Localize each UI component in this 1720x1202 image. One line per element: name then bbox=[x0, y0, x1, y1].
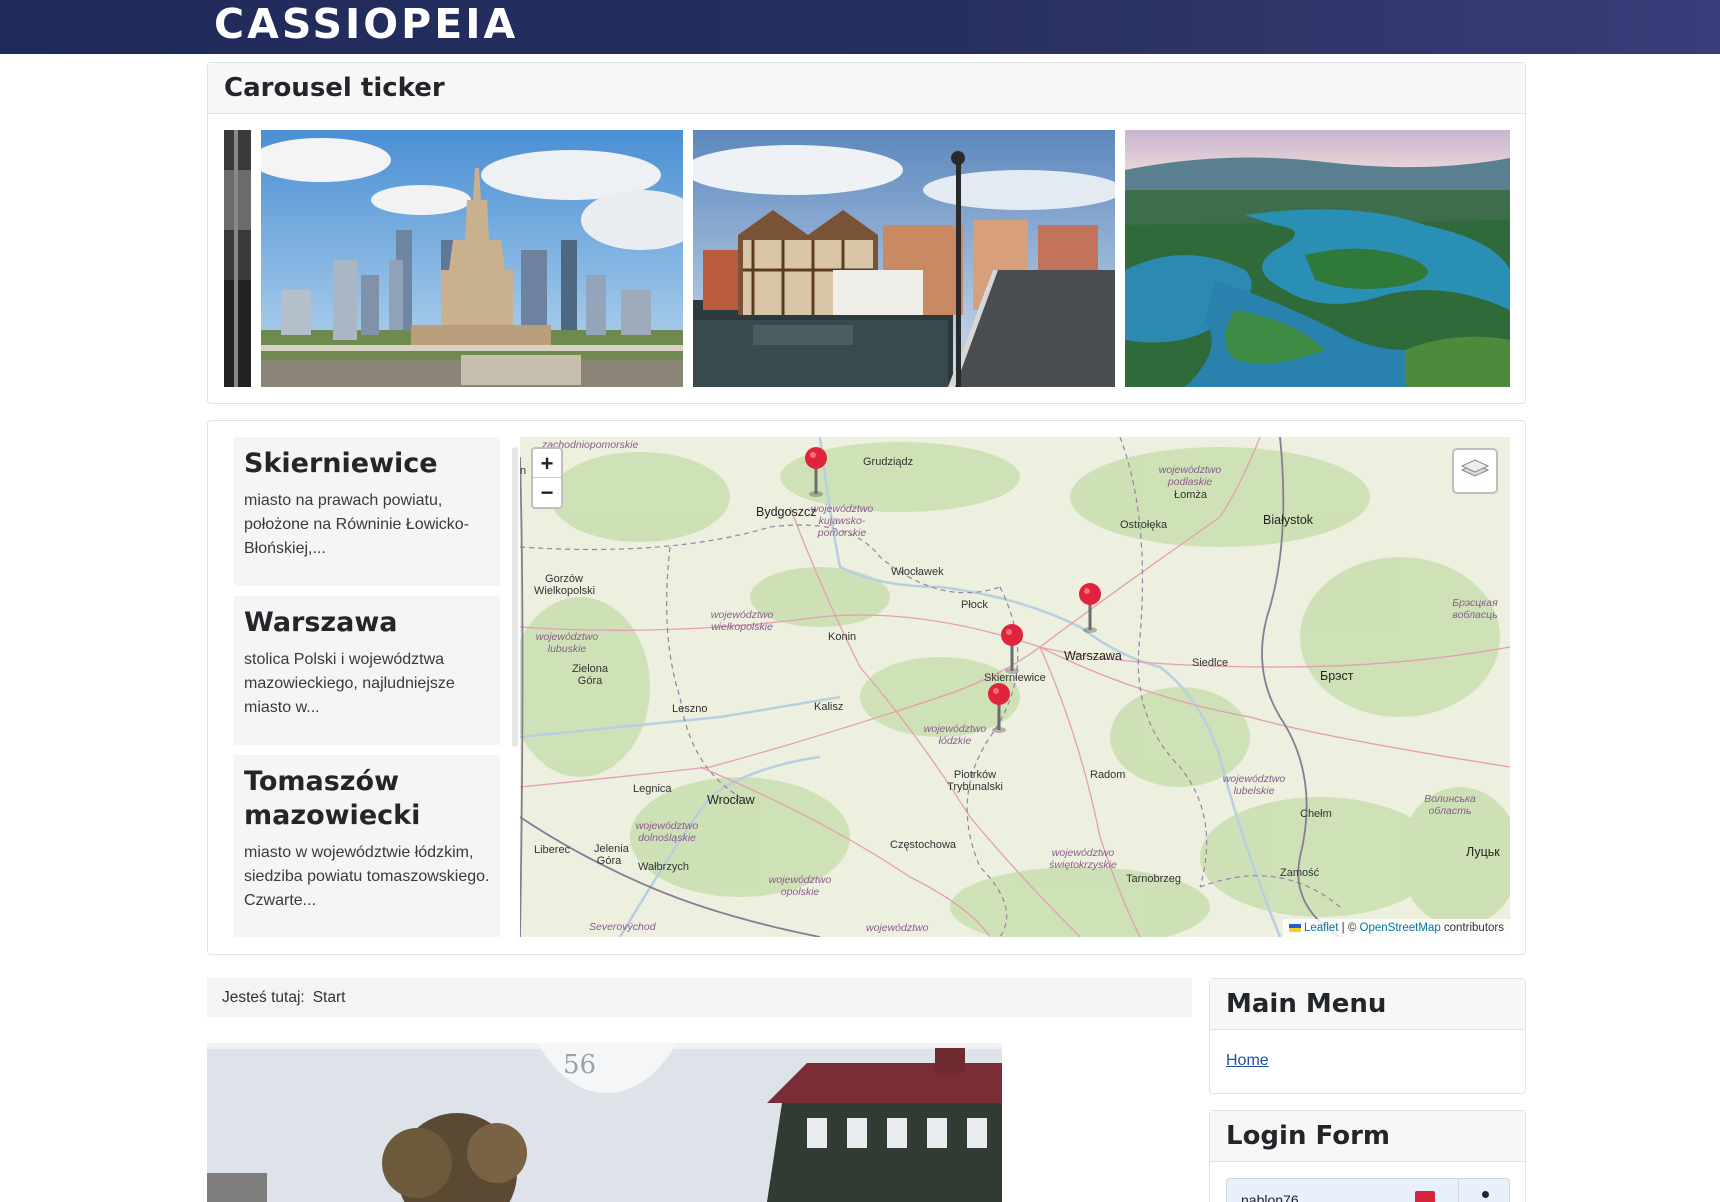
map-place-label: Łomża bbox=[1174, 489, 1208, 501]
map-place-label: Warszawa bbox=[1064, 649, 1122, 663]
map-place-label: Włocławek bbox=[891, 566, 944, 578]
menu-item-home[interactable]: Home bbox=[1226, 1052, 1269, 1069]
carousel-slide-partial[interactable] bbox=[224, 130, 251, 387]
map-region-label: Severovýchod bbox=[589, 921, 656, 933]
map-region-label: Волинська область bbox=[1424, 793, 1476, 817]
city-title[interactable]: Skierniewice bbox=[244, 447, 490, 481]
leaflet-link[interactable]: Leaflet bbox=[1304, 922, 1339, 934]
map-place-label: Kalisz bbox=[814, 701, 844, 713]
city-list: Skierniewice miasto na prawach powiatu, … bbox=[234, 437, 502, 937]
zoom-out-button[interactable]: − bbox=[533, 478, 561, 507]
login-module: Login Form nablon76 bbox=[1209, 1110, 1526, 1202]
anniversary-logo: 56 bbox=[563, 1050, 596, 1080]
map-region-label: województwo dolnośląskie bbox=[635, 820, 699, 844]
map-place-label: Chełm bbox=[1300, 808, 1332, 820]
map-marker-bydgoszcz[interactable] bbox=[803, 446, 829, 498]
leaflet-map[interactable]: zachodniopomorskie n Grudziądz Bydgoszcz… bbox=[520, 437, 1510, 937]
city-description: stolica Polski i województwa mazowieckie… bbox=[244, 651, 455, 716]
map-place-label: Liberec bbox=[534, 844, 571, 856]
map-region-label: województwo podlaskie bbox=[1158, 464, 1222, 488]
map-place-label: Siedlce bbox=[1192, 657, 1229, 669]
main-menu-title: Main Menu bbox=[1210, 979, 1525, 1030]
map-marker-tomaszow[interactable] bbox=[986, 682, 1012, 734]
username-value: nablon76 bbox=[1241, 1192, 1299, 1202]
city-description: miasto na prawach powiatu, położone na R… bbox=[244, 492, 470, 557]
map-place-label: Płock bbox=[961, 599, 988, 611]
map-place-label: Wrocław bbox=[707, 793, 755, 807]
layers-icon bbox=[1460, 459, 1490, 477]
map-place-label: Zamość bbox=[1280, 867, 1320, 879]
username-field[interactable]: nablon76 bbox=[1226, 1178, 1510, 1202]
map-region-label: województwo lubelskie bbox=[1222, 773, 1286, 797]
map-place-label: Częstochowa bbox=[890, 839, 957, 851]
map-place-label: Jelenia Góra bbox=[594, 843, 629, 867]
map-place-label: Ostrołęka bbox=[1120, 519, 1168, 531]
zoom-in-button[interactable]: + bbox=[533, 449, 561, 478]
map-attribution: Leaflet | © OpenStreetMap contributors bbox=[1282, 919, 1510, 937]
map-place-label: Брэст bbox=[1320, 669, 1354, 683]
carousel-slide-bydgoszcz[interactable] bbox=[693, 130, 1115, 387]
map-place-label: Legnica bbox=[633, 783, 672, 795]
osm-link[interactable]: OpenStreetMap bbox=[1360, 922, 1441, 934]
city-title[interactable]: Tomaszów mazowiecki bbox=[244, 765, 490, 833]
layers-button[interactable] bbox=[1452, 448, 1498, 494]
carousel-title: Carousel ticker bbox=[208, 63, 1525, 114]
field-divider bbox=[1458, 1179, 1459, 1202]
map-place-label: Konin bbox=[828, 631, 857, 643]
city-title[interactable]: Warszawa bbox=[244, 606, 490, 640]
map-place-label: Radom bbox=[1090, 769, 1126, 781]
map-region-label: Брэсцкая вобласць bbox=[1452, 597, 1498, 621]
city-card-tomaszow[interactable]: Tomaszów mazowiecki miasto w województwi… bbox=[234, 755, 500, 937]
map-place-label: Wałbrzych bbox=[638, 861, 689, 873]
map-region-label: województwo opolskie bbox=[768, 874, 832, 898]
article-image: 56 bbox=[207, 1043, 1002, 1202]
map-region-label: województwo lubuskie bbox=[535, 631, 599, 655]
main-menu-module: Main Menu Home bbox=[1209, 978, 1526, 1094]
map-place-label: Gorzów Wielkopolski bbox=[534, 573, 596, 597]
carousel-slide-lake[interactable] bbox=[1125, 130, 1510, 387]
attribution-contributors: contributors bbox=[1440, 922, 1504, 934]
password-manager-icon[interactable] bbox=[1415, 1191, 1435, 1202]
map-module: Skierniewice miasto na prawach powiatu, … bbox=[207, 420, 1526, 955]
map-region-label: województwo świętokrzyskie bbox=[1049, 847, 1117, 871]
map-region-label: województwo kujawsko-pomorskie bbox=[810, 503, 874, 539]
carousel-module: Carousel ticker bbox=[207, 62, 1526, 404]
map-place-label: Piotrków Trybunalski bbox=[947, 769, 1003, 793]
breadcrumb-label: Jesteś tutaj: bbox=[222, 989, 305, 1006]
carousel-slide-warsaw[interactable] bbox=[261, 130, 683, 387]
map-place-label: n bbox=[520, 465, 527, 477]
attribution-separator: | © bbox=[1338, 922, 1360, 934]
map-place-label: Leszno bbox=[672, 703, 708, 715]
city-list-scrollbar[interactable] bbox=[512, 447, 518, 747]
map-place-label: Tarnobrzeg bbox=[1126, 873, 1182, 885]
map-place-label: Zielona Góra bbox=[571, 663, 609, 687]
map-zoom-control: + − bbox=[531, 447, 563, 509]
user-icon bbox=[1482, 1191, 1489, 1198]
map-region-label: województwo wielkopolskie bbox=[710, 609, 774, 633]
map-place-label: Białystok bbox=[1263, 513, 1314, 527]
map-marker-warszawa[interactable] bbox=[1077, 582, 1103, 634]
map-place-label: Луцьк bbox=[1466, 845, 1500, 859]
city-card-skierniewice[interactable]: Skierniewice miasto na prawach powiatu, … bbox=[234, 437, 500, 586]
city-card-warszawa[interactable]: Warszawa stolica Polski i województwa ma… bbox=[234, 596, 500, 745]
city-description: miasto w województwie łódzkim, siedziba … bbox=[244, 844, 490, 909]
site-logo[interactable]: CASSIOPEIA bbox=[214, 0, 518, 48]
breadcrumb: Jesteś tutaj: Start bbox=[207, 978, 1192, 1017]
map-marker-skierniewice[interactable] bbox=[999, 623, 1025, 675]
map-place-label: Grudziądz bbox=[863, 456, 914, 468]
breadcrumb-item-start[interactable]: Start bbox=[313, 989, 346, 1006]
site-header: CASSIOPEIA bbox=[0, 0, 1720, 54]
login-title: Login Form bbox=[1210, 1111, 1525, 1162]
ukraine-flag-icon bbox=[1288, 923, 1301, 932]
map-region-label: województwo bbox=[866, 922, 929, 934]
